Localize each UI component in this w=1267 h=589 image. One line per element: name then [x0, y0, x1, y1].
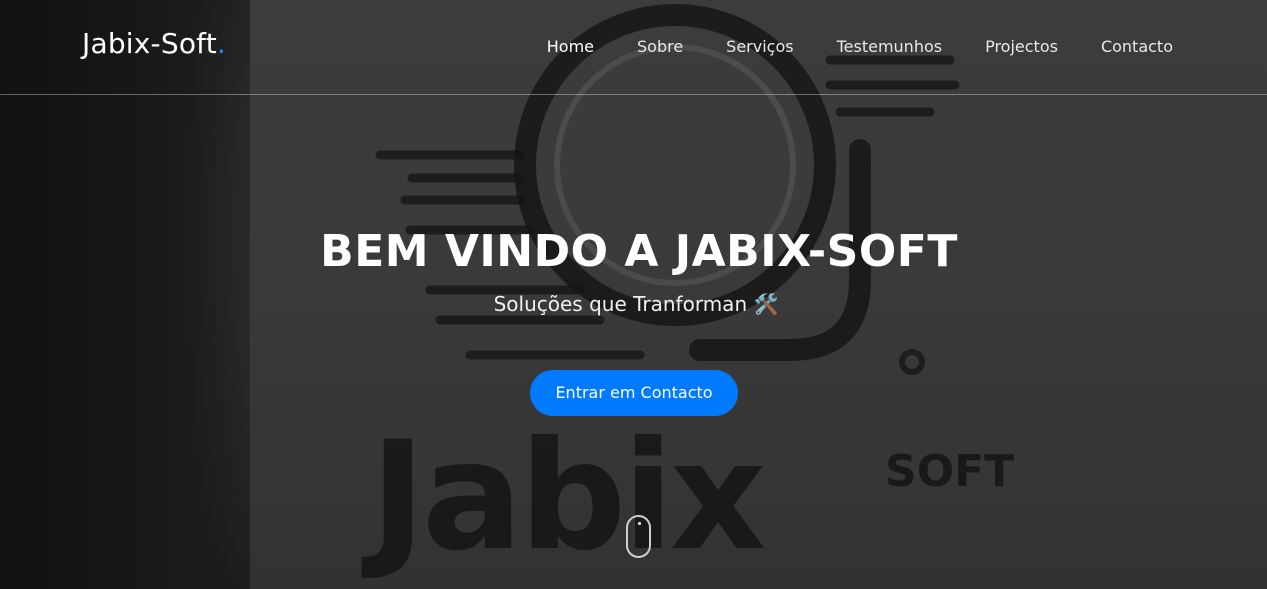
brand-dot: . [216, 27, 226, 60]
nav-item-testemunhos[interactable]: Testemunhos [837, 37, 942, 56]
nav-item-home[interactable]: Home [547, 37, 594, 56]
nav-item-projectos[interactable]: Projectos [985, 37, 1058, 56]
brand-name: Jabix-Soft [82, 27, 217, 60]
mouse-wheel-dot [637, 522, 641, 525]
nav-item-contacto[interactable]: Contacto [1101, 37, 1173, 56]
brand-logo[interactable]: Jabix-Soft. [82, 27, 226, 60]
mouse-scroll-icon[interactable] [626, 515, 651, 558]
hero-title: BEM VINDO A JABIX-SOFT [320, 226, 958, 277]
navbar: Jabix-Soft. Home Sobre Serviços Testemun… [0, 0, 1267, 95]
main-nav: Home Sobre Serviços Testemunhos Projecto… [504, 37, 1173, 56]
contact-cta-button[interactable]: Entrar em Contacto [530, 370, 738, 416]
nav-item-servicos[interactable]: Serviços [726, 37, 793, 56]
hero-subtitle: Soluções que Tranforman 🛠️ [493, 292, 779, 316]
nav-item-sobre[interactable]: Sobre [637, 37, 683, 56]
